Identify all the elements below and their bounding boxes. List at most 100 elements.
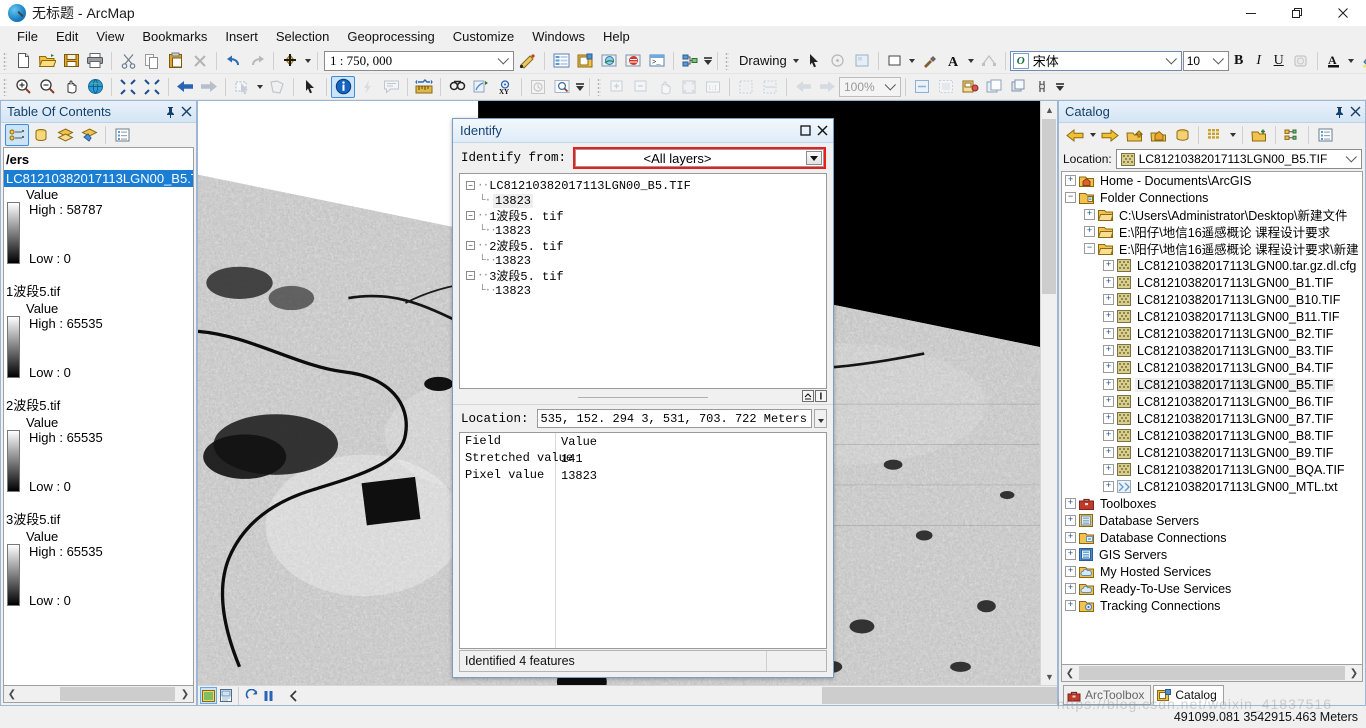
italic-button[interactable]: I [1249,51,1269,71]
hyperlink-icon[interactable] [355,76,379,98]
close-icon[interactable] [1320,0,1366,26]
catalog-scroll-right-icon[interactable]: ❯ [1346,665,1362,681]
expand-icon[interactable]: + [1065,600,1076,611]
tools-toolbar-overflow-icon[interactable] [574,76,585,98]
collapse-icon[interactable]: − [466,211,475,220]
catalog-tree-item[interactable]: + Database Servers [1062,512,1362,529]
select-features-dropdown-icon[interactable] [254,76,265,98]
toc-layer[interactable]: 1波段5.tif Value High : 65535 Low : 0 [4,280,193,380]
identify-result-layer[interactable]: − ·· LC81210382017113LGN00_B5.TIF [466,178,826,193]
undo-icon[interactable] [221,50,245,72]
expand-icon[interactable]: + [1103,260,1114,271]
font-color-icon[interactable]: A [1322,50,1346,72]
toc-scroll-left-icon[interactable]: ❮ [4,686,20,702]
toc-layer-label[interactable]: 1波段5.tif [4,280,193,301]
catalog-back-dropdown-icon[interactable] [1087,124,1098,146]
identify-icon[interactable] [331,75,355,98]
data-driven-pages-icon[interactable] [982,76,1006,98]
layout-zoom-out-icon[interactable] [629,76,653,98]
arcgis-online-icon[interactable] [621,50,645,72]
identify-location-field[interactable]: 535, 152. 294 3, 531, 703. 722 Meters [536,409,812,428]
select-elements-icon[interactable] [802,50,826,72]
toggle-draft-mode-icon[interactable] [910,76,934,98]
catalog-location-combo[interactable]: LC81210382017113LGN00_B5.TIF [1115,149,1362,169]
pause-drawing-icon[interactable] [260,687,277,704]
layout-zoom-percent-combo[interactable]: 100% [839,76,901,97]
text-color-icon[interactable]: A [942,50,966,72]
go-forward-extent-icon[interactable] [197,76,221,98]
expand-icon[interactable]: + [1103,430,1114,441]
create-viewer-window-icon[interactable] [550,76,574,98]
menu-file[interactable]: File [8,27,47,47]
restore-results-icon[interactable] [815,390,827,402]
add-data-dropdown-icon[interactable] [302,50,313,72]
catalog-tree-item[interactable]: + LC81210382017113LGN00_B6.TIF [1062,393,1362,410]
html-popup-icon[interactable] [379,76,403,98]
map-scale-combo[interactable]: 1 : 750, 000 [324,50,514,71]
catalog-tree-item[interactable]: + E:\阳仔\地信16遥感概论 课程设计要求 [1062,223,1362,240]
open-icon[interactable] [35,50,59,72]
catalog-tree-item[interactable]: + LC81210382017113LGN00_MTL.txt [1062,478,1362,495]
change-layout-icon[interactable] [958,76,982,98]
expand-icon[interactable]: + [1065,549,1076,560]
catalog-horizontal-scrollbar[interactable]: ❮ ❯ [1061,665,1363,682]
attribute-table-header[interactable]: Field Value [460,433,826,450]
identify-results-tree[interactable]: − ·· LC81210382017113LGN00_B5.TIF └··· 13823… [459,173,827,389]
catalog-tree-item[interactable]: + LC81210382017113LGN00_BQA.TIF [1062,461,1362,478]
catalog-scroll-left-icon[interactable]: ❮ [1062,665,1078,681]
redo-icon[interactable] [245,50,269,72]
menu-edit[interactable]: Edit [47,27,87,47]
toc-layer[interactable]: LC81210382017113LGN00_B5.TIF Value High … [4,170,193,266]
font-size-combo[interactable]: 10 [1182,50,1229,71]
identify-result-feature[interactable]: └··· 13823 [466,253,826,268]
catalog-default-geodatabase-icon[interactable] [1170,124,1194,146]
toc-layer-label[interactable]: 2波段5.tif [4,394,193,415]
refresh-view-icon[interactable] [243,687,260,704]
catalog-tree-item[interactable]: + Database Connections [1062,529,1362,546]
expand-icon[interactable]: + [1103,396,1114,407]
highlight-color-icon[interactable] [1357,50,1366,72]
toolbar-grip[interactable] [3,51,7,70]
bold-button[interactable]: B [1229,51,1249,71]
expand-icon[interactable]: + [1084,226,1095,237]
tools-toolbar-grip[interactable] [3,77,7,96]
select-elements-arrow-icon[interactable] [298,76,322,98]
catalog-tree-item[interactable]: + C:\Users\Administrator\Desktop\新建文件 [1062,206,1362,223]
expand-icon[interactable]: + [1065,583,1076,594]
collapse-results-icon[interactable] [802,390,814,402]
font-color-dropdown-icon[interactable] [1346,50,1357,72]
identify-dialog[interactable]: Identify Identify from: <All layers> − ··… [452,118,834,678]
catalog-tree-item[interactable]: + Tracking Connections [1062,597,1362,614]
catalog-pin-icon[interactable] [1331,103,1347,121]
expand-icon[interactable]: + [1103,481,1114,492]
map-horizontal-scrollbar[interactable] [822,687,1057,704]
catalog-item-description-icon[interactable] [1313,124,1337,146]
time-slider-icon[interactable] [526,76,550,98]
expand-icon[interactable]: + [1103,328,1114,339]
minimize-icon[interactable] [1228,0,1274,26]
expand-icon[interactable]: + [1103,362,1114,373]
expand-icon[interactable]: + [1103,311,1114,322]
expand-icon[interactable]: + [1103,464,1114,475]
table-of-contents-icon[interactable] [549,50,573,72]
catalog-tree-item[interactable]: + Home - Documents\ArcGIS [1062,172,1362,189]
toc-tree[interactable]: /ers LC81210382017113LGN00_B5.TIF Value … [3,147,194,686]
catalog-window-icon[interactable] [573,50,597,72]
catalog-tree-item[interactable]: + My Hosted Services [1062,563,1362,580]
layout-toolbar-overflow-icon[interactable] [1054,76,1065,98]
menu-selection[interactable]: Selection [267,27,338,47]
list-by-source-icon[interactable] [29,124,53,146]
catalog-tree[interactable]: + Home - Documents\ArcGIS − Folder Connecti… [1061,171,1363,665]
rotate-element-icon[interactable] [826,50,850,72]
geostatistical-analyst-icon[interactable] [1030,76,1054,98]
collapse-icon[interactable]: − [1084,243,1095,254]
expand-icon[interactable]: + [1103,345,1114,356]
maximize-icon[interactable] [1274,0,1320,26]
find-icon[interactable] [445,76,469,98]
layout-view-icon[interactable] [217,687,234,704]
font-family-combo[interactable]: O 宋体 [1009,50,1182,71]
catalog-home-icon[interactable] [1146,124,1170,146]
toc-scroll-thumb[interactable] [60,687,175,701]
catalog-tree-item[interactable]: + LC81210382017113LGN00.tar.gz.dl.cfg [1062,257,1362,274]
menu-bookmarks[interactable]: Bookmarks [133,27,216,47]
